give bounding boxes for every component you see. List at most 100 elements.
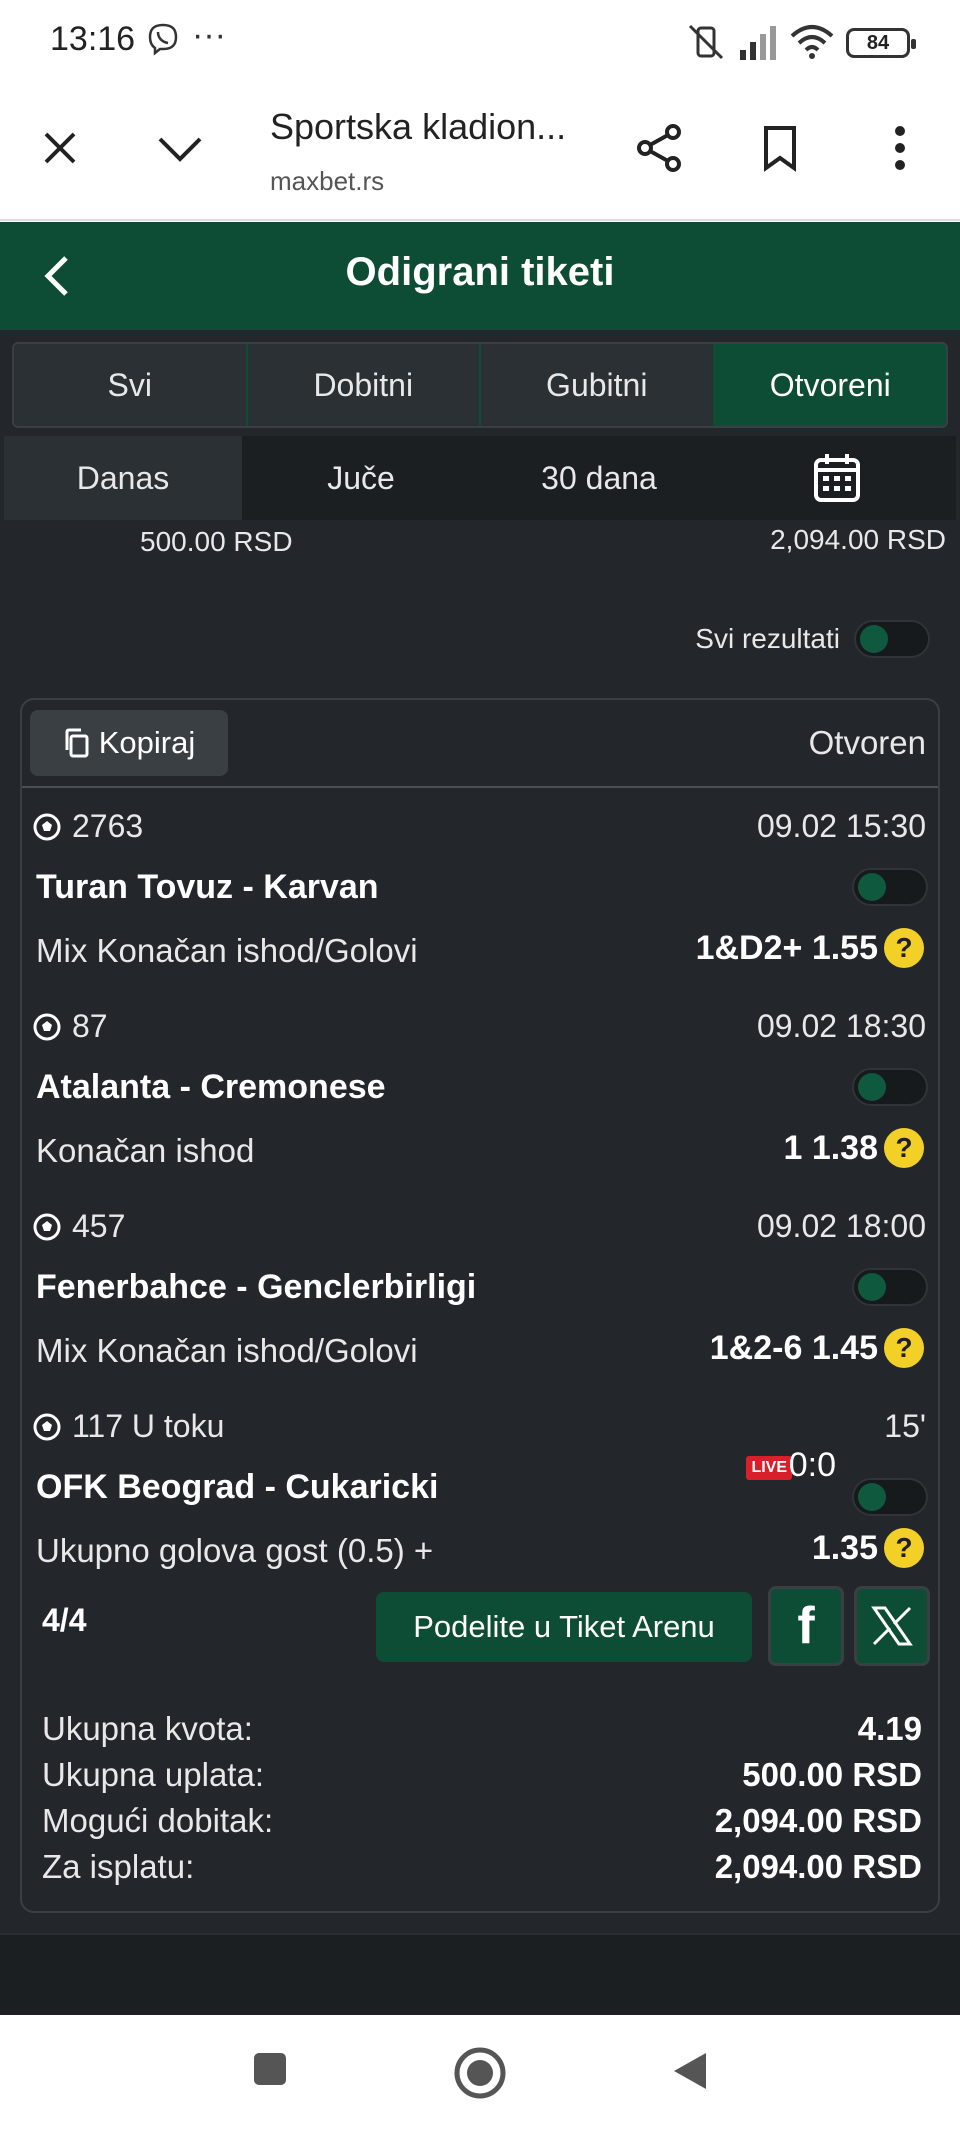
battery-indicator: 84: [846, 28, 916, 58]
pick-odds: 1.35: [811, 1528, 878, 1567]
total-odds-row: Ukupna kvota: 4.19: [42, 1710, 922, 1756]
soccer-ball-icon: [33, 1013, 61, 1040]
match-toggle[interactable]: [852, 868, 928, 906]
share-page-button[interactable]: [630, 118, 690, 178]
tab-gubitni[interactable]: Gubitni: [481, 344, 715, 426]
match-toggle[interactable]: [852, 1068, 928, 1106]
match-code: 87: [72, 1008, 108, 1044]
app-header: Odigrani tiketi: [0, 222, 960, 330]
match-time: 09.02 18:00: [756, 1208, 926, 1244]
calendar-icon: [814, 454, 860, 502]
match-market: Konačan ishod: [36, 1132, 255, 1169]
total-stake-row: Ukupna uplata: 500.00 RSD: [42, 1756, 922, 1802]
total-label: Za isplatu:: [42, 1848, 195, 1885]
vibrate-off-icon: [688, 24, 724, 60]
ticket-status: Otvoren: [808, 724, 926, 761]
tab-dobitni[interactable]: Dobitni: [247, 344, 481, 426]
close-icon: [44, 132, 76, 164]
notification-dots: ···: [192, 16, 226, 54]
summary-payout: 2,094.00 RSD: [770, 524, 946, 555]
match-minute: 15': [884, 1408, 926, 1444]
pick-odds: 1&2-6 1.45: [709, 1328, 878, 1367]
ticket-totals: Ukupna kvota: 4.19 Ukupna uplata: 500.00…: [42, 1710, 922, 1894]
status-bar: 13:16 ··· 84: [0, 0, 960, 88]
ticket-match: 457 09.02 18:00 Fenerbahce - Genclerbirl…: [22, 1200, 938, 1400]
signal-icon: [740, 26, 776, 60]
page-url: maxbet.rs: [270, 166, 385, 196]
soccer-ball-icon: [33, 1413, 61, 1440]
toggle-knob: [858, 1483, 886, 1511]
match-pick: 1&D2+ 1.55 ?: [696, 928, 924, 968]
total-value: 500.00 RSD: [742, 1756, 922, 1793]
copy-label: Kopiraj: [98, 725, 196, 760]
match-pick: 1 1.38 ?: [783, 1128, 924, 1168]
more-vert-icon: [895, 126, 905, 170]
period-danas[interactable]: Danas: [4, 436, 242, 520]
match-teams: OFK Beograd - Cukaricki: [36, 1468, 439, 1506]
possible-win-row: Mogući dobitak: 2,094.00 RSD: [42, 1802, 922, 1848]
total-value: 2,094.00 RSD: [714, 1802, 922, 1839]
match-market: Mix Konačan ishod/Golovi: [36, 932, 418, 969]
ticket-card: Kopiraj Otvoren 2763 09.02 15:30 Turan T…: [20, 698, 940, 1913]
share-tiket-arena-button[interactable]: Podelite u Tiket Arenu: [376, 1592, 752, 1662]
soccer-ball-icon: [33, 813, 61, 840]
match-teams: Turan Tovuz - Karvan: [36, 868, 379, 906]
match-pick: 1.35 ?: [812, 1528, 924, 1568]
bookmark-icon: [764, 126, 796, 172]
wifi-icon: [790, 25, 834, 59]
total-value: 4.19: [857, 1710, 922, 1747]
divider: [22, 786, 938, 788]
all-results-label: Svi rezultati: [695, 623, 840, 654]
help-icon[interactable]: ?: [884, 928, 924, 968]
bottom-strip: [0, 1933, 960, 2015]
help-icon[interactable]: ?: [884, 1128, 924, 1168]
recents-icon[interactable]: [250, 2049, 290, 2089]
chevron-down-icon: [158, 137, 202, 162]
minimize-tab-button[interactable]: [150, 118, 210, 178]
match-toggle[interactable]: [852, 1478, 928, 1516]
help-icon[interactable]: ?: [884, 1528, 924, 1568]
ticket-match-live: 117 U toku 15' LIVE 0:0 OFK Beograd - Cu…: [22, 1400, 938, 1600]
match-code: 117 U toku: [72, 1408, 225, 1444]
match-toggle[interactable]: [852, 1268, 928, 1306]
more-options-button[interactable]: [870, 118, 930, 178]
copy-ticket-button[interactable]: Kopiraj: [30, 710, 228, 776]
facebook-share-button[interactable]: f: [768, 1586, 844, 1666]
total-label: Mogući dobitak:: [42, 1802, 274, 1839]
match-pick: 1&2-6 1.45 ?: [710, 1328, 924, 1368]
total-label: Ukupna uplata:: [42, 1756, 264, 1793]
total-label: Ukupna kvota:: [42, 1710, 253, 1747]
help-icon[interactable]: ?: [884, 1328, 924, 1368]
facebook-icon: f: [797, 1597, 815, 1655]
calendar-button[interactable]: [718, 436, 956, 520]
all-results-toggle[interactable]: [854, 620, 930, 658]
period-30-dana[interactable]: 30 dana: [480, 436, 718, 520]
tab-otvoreni[interactable]: Otvoreni: [714, 344, 946, 426]
close-tab-button[interactable]: [30, 118, 90, 178]
tab-svi[interactable]: Svi: [14, 344, 248, 426]
share-icon: [637, 124, 681, 172]
home-icon[interactable]: [452, 2045, 508, 2101]
match-teams: Fenerbahce - Genclerbirligi: [36, 1268, 477, 1306]
copy-icon: [65, 728, 89, 758]
summary-stake: 500.00 RSD: [140, 526, 293, 557]
back-nav-icon[interactable]: [670, 2049, 710, 2093]
system-navigation-bar: [0, 2015, 960, 2133]
bookmark-button[interactable]: [750, 118, 810, 178]
match-market: Ukupno golova gost (0.5) +: [36, 1532, 434, 1569]
ticket-filter-tabs: Svi Dobitni Gubitni Otvoreni: [12, 342, 948, 428]
x-share-button[interactable]: [854, 1586, 930, 1666]
match-teams: Atalanta - Cremonese: [36, 1068, 386, 1106]
match-time: 09.02 18:30: [756, 1008, 926, 1044]
period-juce[interactable]: Juče: [242, 436, 480, 520]
all-results-toggle-row: Svi rezultati: [695, 620, 930, 658]
live-score: 0:0: [788, 1446, 836, 1484]
pick-odds: 1 1.38: [783, 1128, 878, 1167]
page-title: Sportska kladion...: [270, 106, 567, 147]
toggle-knob: [858, 1273, 886, 1301]
x-twitter-icon: [871, 1606, 913, 1646]
period-filter: Danas Juče 30 dana: [4, 436, 956, 520]
soccer-ball-icon: [33, 1213, 61, 1240]
ticket-match: 87 09.02 18:30 Atalanta - Cremonese Kona…: [22, 1000, 938, 1200]
viber-icon: [148, 23, 178, 56]
